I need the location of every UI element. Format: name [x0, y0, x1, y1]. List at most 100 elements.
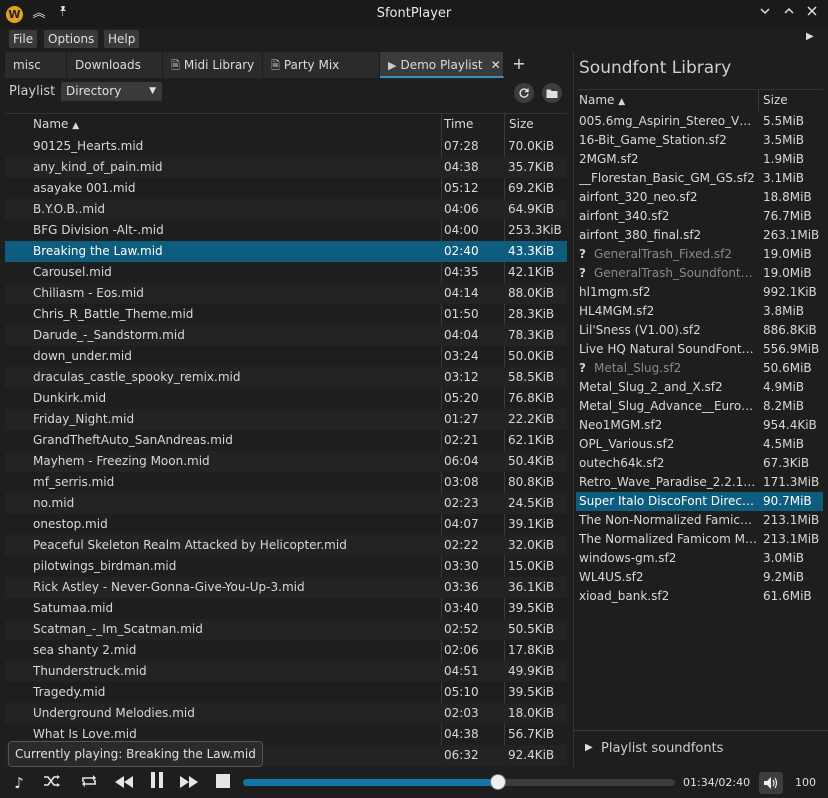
sf-column-header-name[interactable]: Name ▲	[579, 89, 625, 111]
tab-party-mix[interactable]: 🗎 Party Mix	[263, 52, 380, 78]
table-row[interactable]: Breaking the Law.mid 02:40 43.3KiB	[5, 241, 567, 262]
close-tab-icon[interactable]: ✕	[491, 58, 501, 72]
table-row[interactable]: GrandTheftAuto_SanAndreas.mid 02:21 62.1Ki…	[5, 430, 567, 451]
soundfont-name-text: Live HQ Natural SoundFont G...	[579, 342, 757, 356]
soundfont-row[interactable]: The Normalized Famicom Mu... 213.1MiB	[576, 530, 823, 549]
table-row[interactable]: no.mid 02:23 24.5KiB	[5, 493, 567, 514]
soundfont-row[interactable]: 16-Bit_Game_Station.sf2 3.5MiB	[576, 131, 823, 150]
playlist-mode-select[interactable]: Directory ▼	[61, 82, 162, 101]
soundfont-row[interactable]: Neo1MGM.sf2 954.4KiB	[576, 416, 823, 435]
volume-button[interactable]	[759, 772, 783, 794]
soundfont-row[interactable]: Lil'Sness (V1.00).sf2 886.8KiB	[576, 321, 823, 340]
table-row[interactable]: Darude_-_Sandstorm.mid 04:04 78.3KiB	[5, 325, 567, 346]
table-row[interactable]: Thunderstruck.mid 04:51 49.9KiB	[5, 661, 567, 682]
soundfont-row[interactable]: xioad_bank.sf2 61.6MiB	[576, 587, 823, 606]
table-row[interactable]: BFG Division -Alt-.mid 04:00 253.3KiB	[5, 220, 567, 241]
table-row[interactable]: draculas_castle_spooky_remix.mid 03:12 58.…	[5, 367, 567, 388]
column-header-time[interactable]: Time	[444, 113, 473, 135]
table-row[interactable]: Peaceful Skeleton Realm Attacked by Heli…	[5, 535, 567, 556]
soundfont-row[interactable]: outech64k.sf2 67.3KiB	[576, 454, 823, 473]
menu-options[interactable]: Options	[44, 30, 99, 48]
table-row[interactable]: Scatman_-_Im_Scatman.mid 02:52 50.5KiB	[5, 619, 567, 640]
open-folder-button[interactable]	[542, 83, 562, 103]
table-row[interactable]: mf_serris.mid 03:08 80.8KiB	[5, 472, 567, 493]
soundfont-row[interactable]: OPL_Various.sf2 4.5MiB	[576, 435, 823, 454]
soundfont-row[interactable]: airfont_380_final.sf2 263.1MiB	[576, 226, 823, 245]
soundfont-row[interactable]: Live HQ Natural SoundFont G... 556.9MiB	[576, 340, 823, 359]
track-name: Scatman_-_Im_Scatman.mid	[33, 622, 203, 636]
shuffle-icon[interactable]	[41, 772, 63, 794]
tab-demo-playlist[interactable]: ▶ Demo Playlist ✕	[380, 52, 504, 78]
table-row[interactable]: Underground Melodies.mid 02:03 18.0KiB	[5, 703, 567, 724]
menu-file[interactable]: File	[9, 30, 38, 48]
table-row[interactable]: Satumaa.mid 03:40 39.5KiB	[5, 598, 567, 619]
soundfont-row[interactable]: airfont_340.sf2 76.7MiB	[576, 207, 823, 226]
table-row[interactable]: Chiliasm - Eos.mid 04:14 88.0KiB	[5, 283, 567, 304]
tab-midi-library[interactable]: 🗎 Midi Library	[163, 52, 263, 78]
soundfont-row[interactable]: WL4US.sf2 9.2MiB	[576, 568, 823, 587]
table-row[interactable]: asayake 001.mid 05:12 69.2KiB	[5, 178, 567, 199]
soundfont-row[interactable]: hl1mgm.sf2 992.1KiB	[576, 283, 823, 302]
table-row[interactable]: pilotwings_birdman.mid 03:30 15.0KiB	[5, 556, 567, 577]
soundfont-row[interactable]: airfont_320_neo.sf2 18.8MiB	[576, 188, 823, 207]
track-size: 50.5KiB	[508, 622, 555, 636]
table-row[interactable]: Dunkirk.mid 05:20 76.8KiB	[5, 388, 567, 409]
soundfont-row[interactable]: __Florestan_Basic_GM_GS.sf2 3.1MiB	[576, 169, 823, 188]
table-row[interactable]: B.Y.O.B..mid 04:06 64.9KiB	[5, 199, 567, 220]
seek-bar-handle[interactable]	[490, 774, 506, 790]
track-name: down_under.mid	[33, 349, 132, 363]
table-row[interactable]: Rick Astley - Never-Gonna-Give-You-Up-3.…	[5, 577, 567, 598]
table-row[interactable]: Friday_Night.mid 01:27 22.2KiB	[5, 409, 567, 430]
soundfont-row[interactable]: The Non-Normalized Famico... 213.1MiB	[576, 511, 823, 530]
soundfont-name-text: __Florestan_Basic_GM_GS.sf2	[579, 171, 755, 185]
menu-help[interactable]: Help	[104, 30, 140, 48]
table-row[interactable]: onestop.mid 04:07 39.1KiB	[5, 514, 567, 535]
sf-column-header-size[interactable]: Size	[763, 89, 788, 111]
previous-track-icon[interactable]	[113, 772, 135, 794]
track-name: onestop.mid	[33, 517, 108, 531]
soundfont-size: 213.1MiB	[763, 532, 820, 546]
soundfont-row[interactable]: ? GeneralTrash_Soundfont_... 19.0MiB	[576, 264, 823, 283]
playlist-table-header	[5, 113, 567, 136]
track-name: Rick Astley - Never-Gonna-Give-You-Up-3.…	[33, 580, 305, 594]
soundfont-row[interactable]: Metal_Slug_2_and_X.sf2 4.9MiB	[576, 378, 823, 397]
next-track-icon[interactable]	[178, 772, 200, 794]
soundfont-name-text: 2MGM.sf2	[579, 152, 639, 166]
soundfont-row[interactable]: 005.6mg_Aspirin_Stereo_V1... 5.5MiB	[576, 112, 823, 131]
maximize-icon[interactable]	[780, 5, 798, 23]
expand-arrow-icon[interactable]: ▶	[585, 742, 593, 753]
table-row[interactable]: Chris_R_Battle_Theme.mid 01:50 28.3KiB	[5, 304, 567, 325]
track-name: 90125_Hearts.mid	[33, 139, 144, 153]
minimize-icon[interactable]	[756, 5, 774, 23]
menu-expand-icon[interactable]: ▶	[806, 31, 820, 47]
soundfont-row[interactable]: 2MGM.sf2 1.9MiB	[576, 150, 823, 169]
stop-icon[interactable]	[212, 772, 234, 794]
soundfont-row[interactable]: ? Metal_Slug.sf2 50.6MiB	[576, 359, 823, 378]
soundfont-row[interactable]: Super Italo DiscoFont Directo... 90.7MiB	[576, 492, 823, 511]
table-row[interactable]: down_under.mid 03:24 50.0KiB	[5, 346, 567, 367]
soundfont-row[interactable]: Retro_Wave_Paradise_2.2.1.sf2 171.3MiB	[576, 473, 823, 492]
refresh-button[interactable]	[514, 83, 534, 103]
table-row[interactable]: Carousel.mid 04:35 42.1KiB	[5, 262, 567, 283]
table-row[interactable]: Mayhem - Freezing Moon.mid 06:04 50.4KiB	[5, 451, 567, 472]
column-header-name[interactable]: Name ▲	[33, 113, 79, 135]
track-time: 03:30	[444, 559, 479, 573]
tab-downloads[interactable]: Downloads	[67, 52, 163, 78]
music-note-icon[interactable]: ♪	[8, 772, 30, 794]
track-time: 01:27	[444, 412, 479, 426]
pause-icon[interactable]	[146, 772, 168, 794]
add-tab-icon[interactable]: +	[510, 55, 528, 73]
table-row[interactable]: any_kind_of_pain.mid 04:38 35.7KiB	[5, 157, 567, 178]
soundfont-row[interactable]: windows-gm.sf2 3.0MiB	[576, 549, 823, 568]
track-time: 04:38	[444, 160, 479, 174]
table-row[interactable]: sea shanty 2.mid 02:06 17.8KiB	[5, 640, 567, 661]
table-row[interactable]: Tragedy.mid 05:10 39.5KiB	[5, 682, 567, 703]
tab-misc[interactable]: misc	[5, 52, 67, 78]
table-row[interactable]: 90125_Hearts.mid 07:28 70.0KiB	[5, 136, 567, 157]
close-window-icon[interactable]	[803, 5, 821, 23]
column-header-size[interactable]: Size	[509, 113, 534, 135]
soundfont-row[interactable]: HL4MGM.sf2 3.8MiB	[576, 302, 823, 321]
repeat-icon[interactable]	[78, 772, 100, 794]
soundfont-row[interactable]: ? GeneralTrash_Fixed.sf2 19.0MiB	[576, 245, 823, 264]
soundfont-row[interactable]: Metal_Slug_Advance__Europ... 8.2MiB	[576, 397, 823, 416]
